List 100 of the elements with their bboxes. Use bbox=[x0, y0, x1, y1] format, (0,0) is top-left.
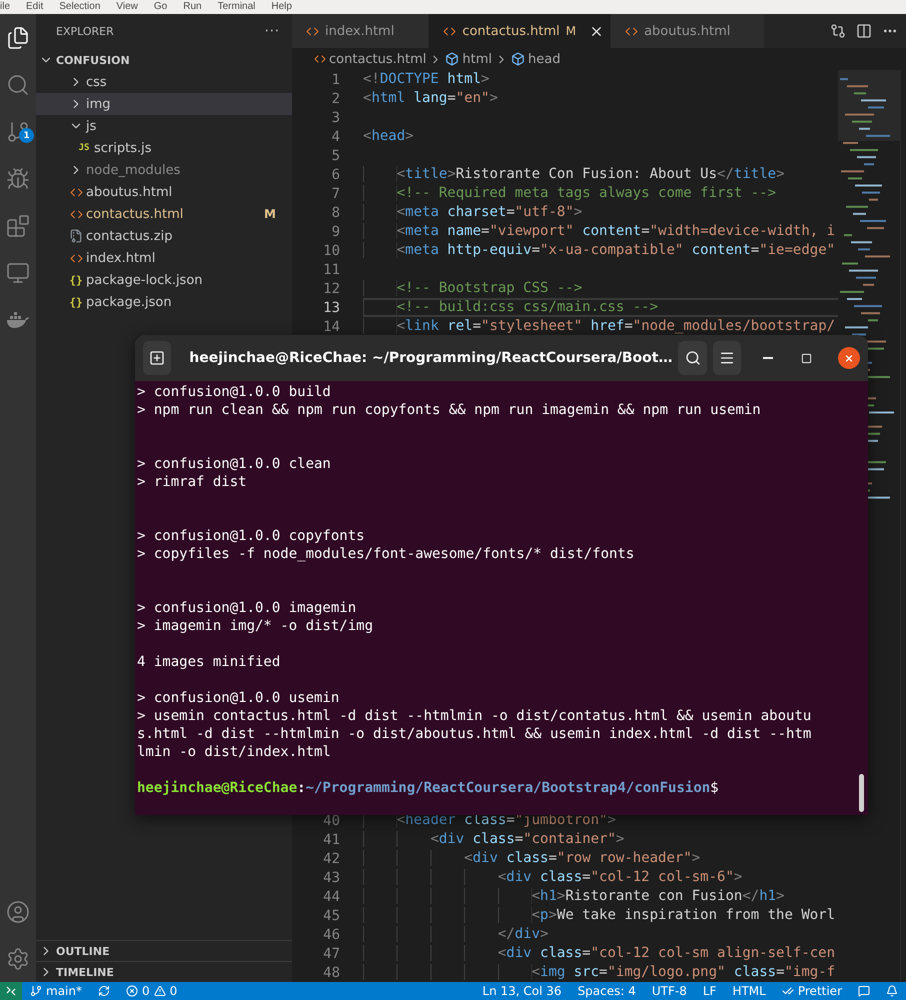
bug-icon[interactable] bbox=[6, 166, 30, 190]
menu-item[interactable]: Help bbox=[271, 0, 300, 14]
feedback-icon bbox=[858, 985, 870, 997]
breadcrumb-item[interactable]: head bbox=[528, 52, 560, 66]
menu-item[interactable]: View bbox=[116, 0, 146, 14]
folder-header[interactable]: CONFUSION bbox=[36, 49, 292, 71]
search-button[interactable] bbox=[678, 341, 707, 375]
terminal-line: > copyfiles -f node_modules/font-awesome/fonts/* dist/fonts bbox=[137, 545, 636, 563]
bell-icon bbox=[886, 985, 898, 997]
remote-button[interactable] bbox=[0, 982, 22, 1000]
line-number: 11 bbox=[322, 262, 340, 278]
line-number: 47 bbox=[322, 946, 340, 962]
branch-button[interactable]: main* bbox=[22, 982, 90, 1000]
line-number: 1 bbox=[330, 72, 340, 88]
whale-icon[interactable] bbox=[6, 310, 30, 328]
line-number: 8 bbox=[330, 204, 340, 220]
more-button[interactable]: ··· bbox=[264, 24, 280, 39]
file-item[interactable]: {} package.json bbox=[36, 291, 292, 313]
code-icon bbox=[314, 53, 326, 65]
compare-icon[interactable] bbox=[830, 23, 846, 39]
status-item[interactable]: HTML bbox=[724, 982, 774, 1000]
status-item[interactable]: LF bbox=[694, 982, 724, 1000]
blocks-icon[interactable] bbox=[6, 214, 30, 238]
error-icon bbox=[126, 985, 138, 997]
split-icon[interactable] bbox=[856, 23, 872, 39]
code-icon bbox=[306, 24, 319, 38]
code-line: <link rel="stylesheet" href="node_modules/bootstrap/ bbox=[363, 317, 838, 336]
minimize-icon bbox=[763, 357, 774, 359]
item-label: contactus.zip bbox=[86, 228, 174, 244]
code-icon bbox=[70, 208, 82, 220]
search-icon[interactable] bbox=[6, 72, 30, 96]
line-number: 3 bbox=[330, 110, 340, 126]
terminal-line: > usemin contactus.html -d dist --htmlmin -o dist/contatus.html && usemin aboutu bbox=[137, 707, 812, 725]
settings-icon[interactable] bbox=[6, 946, 30, 970]
folder-item[interactable]: css bbox=[36, 71, 292, 93]
menu-item[interactable]: Edit bbox=[26, 0, 52, 14]
code-line: <h1>Ristorante con Fusion</h1> bbox=[363, 887, 838, 906]
breadcrumb-item[interactable]: contactus.html bbox=[329, 52, 426, 66]
item-label: package-lock.json bbox=[86, 272, 204, 288]
menu-item[interactable]: Go bbox=[154, 0, 176, 14]
monitor-icon[interactable] bbox=[6, 260, 30, 284]
file-item[interactable]: JS scripts.js bbox=[36, 137, 292, 159]
file-item[interactable]: contactus.html M bbox=[36, 203, 292, 225]
problems-button[interactable]: 0 0 bbox=[118, 982, 186, 1000]
terminal-line: > rimraf dist bbox=[137, 473, 248, 491]
code-line: <!-- Required meta tags always come first --> bbox=[363, 184, 838, 203]
sync-icon bbox=[98, 985, 110, 997]
account-icon[interactable] bbox=[6, 900, 30, 924]
file-item[interactable]: {} package-lock.json bbox=[36, 269, 292, 291]
archive-icon bbox=[69, 229, 83, 243]
line-number: 40 bbox=[322, 812, 340, 828]
breadcrumb-item[interactable]: html bbox=[462, 52, 492, 66]
folder-item[interactable]: js bbox=[36, 115, 292, 137]
search-icon bbox=[684, 350, 701, 366]
editor-tab[interactable]: index.html bbox=[292, 14, 430, 48]
cube-icon bbox=[445, 52, 460, 66]
status-item[interactable]: UTF-8 bbox=[644, 982, 695, 1000]
folder-item[interactable]: node_modules bbox=[36, 159, 292, 181]
code-line: <p>We take inspiration from the Worl bbox=[363, 906, 838, 925]
line-number: 43 bbox=[322, 870, 340, 886]
menu-item[interactable]: ile bbox=[0, 0, 18, 14]
status-item[interactable]: Ln 13, Col 36 bbox=[474, 982, 570, 1000]
code-line: <!-- build:css css/main.css --> bbox=[363, 298, 838, 317]
section-header[interactable]: OUTLINE bbox=[36, 940, 292, 961]
status-item[interactable]: Spaces: 4 bbox=[570, 982, 644, 1000]
code-line: <div class="col-12 col-sm-6"> bbox=[363, 868, 838, 887]
code-line: <meta name="viewport" content="width=device-width, i bbox=[363, 222, 838, 241]
braces-icon: {} bbox=[69, 296, 83, 308]
scrollbar-thumb[interactable] bbox=[859, 774, 864, 812]
editor-tab[interactable]: aboutus.html bbox=[611, 14, 766, 48]
branch-icon[interactable] bbox=[6, 120, 30, 144]
formatter-button[interactable]: Prettier bbox=[774, 982, 850, 1000]
menu-button[interactable] bbox=[712, 341, 742, 375]
terminal-line: 4 images minified bbox=[137, 653, 282, 671]
menu-item[interactable]: Selection bbox=[59, 0, 108, 14]
file-item[interactable]: aboutus.html bbox=[36, 181, 292, 203]
item-label: aboutus.html bbox=[86, 184, 174, 200]
code-icon bbox=[625, 24, 638, 38]
shell-prompt: heejinchae@RiceChae:~/Programming/ReactCoursera/Bootstrap4/conFusion$ bbox=[137, 779, 720, 797]
close-button[interactable] bbox=[838, 347, 860, 369]
status-letter: M bbox=[264, 207, 276, 221]
line-number: 12 bbox=[322, 280, 340, 296]
files-icon[interactable] bbox=[6, 26, 30, 50]
item-label: contactus.html bbox=[86, 206, 184, 222]
item-label: scripts.js bbox=[94, 140, 153, 156]
item-label: img bbox=[86, 96, 112, 112]
item-label: index.html bbox=[86, 250, 156, 266]
maximize-icon bbox=[801, 352, 812, 364]
line-number: 5 bbox=[330, 148, 340, 164]
editor-tab[interactable]: contactus.html M bbox=[429, 14, 612, 48]
new-tab-button[interactable] bbox=[143, 341, 172, 375]
code-icon bbox=[70, 252, 82, 264]
menu-item[interactable]: Terminal bbox=[218, 0, 264, 14]
file-item[interactable]: index.html bbox=[36, 247, 292, 269]
warning-icon bbox=[154, 985, 166, 997]
file-item[interactable]: contactus.zip bbox=[36, 225, 292, 247]
line-number: 7 bbox=[330, 186, 340, 202]
folder-item[interactable]: img bbox=[36, 93, 292, 115]
menu-item[interactable]: Run bbox=[183, 0, 210, 14]
line-number: 10 bbox=[322, 242, 340, 258]
